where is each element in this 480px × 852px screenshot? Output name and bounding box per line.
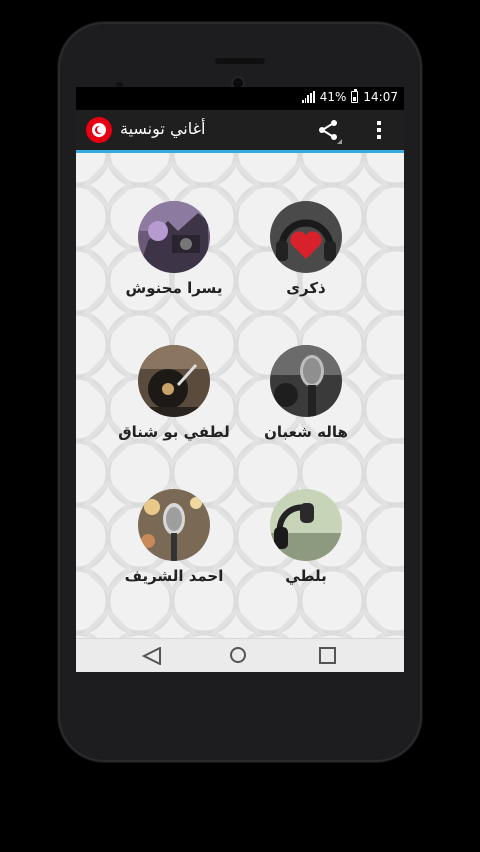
artist-name: هاله شعبان	[264, 423, 348, 441]
artist-grid: يسرا محنوش ذكرى لطفي بو شناق هاله شعبان …	[76, 153, 404, 638]
artist-item[interactable]: يسرا محنوش	[114, 201, 234, 297]
artist-name: احمد الشريف	[124, 567, 224, 585]
tunisia-flag-icon[interactable]	[86, 117, 112, 143]
artist-item[interactable]: لطفي بو شناق	[114, 345, 234, 441]
artist-name: بلطي	[285, 567, 327, 585]
share-button[interactable]	[316, 118, 342, 144]
battery-icon	[351, 89, 359, 103]
artist-name: يسرا محنوش	[125, 279, 223, 297]
signal-icon	[301, 91, 315, 103]
artist-item[interactable]: بلطي	[246, 489, 366, 585]
artist-name: ذكرى	[286, 279, 326, 297]
artist-item[interactable]: ذكرى	[246, 201, 366, 297]
app-title: أغاني تونسية	[120, 119, 206, 138]
headphones-heart-photo	[270, 201, 342, 273]
overflow-menu-button[interactable]	[372, 119, 386, 141]
status-bar: 41% 14:07	[76, 87, 404, 110]
home-icon[interactable]	[230, 647, 246, 663]
action-bar: أغاني تونسية	[76, 110, 404, 153]
artist-item[interactable]: هاله شعبان	[246, 345, 366, 441]
back-icon[interactable]	[142, 647, 162, 665]
microphone-photo	[270, 345, 342, 417]
artist-item[interactable]: احمد الشريف	[114, 489, 234, 585]
vintage-microphone-photo	[138, 489, 210, 561]
navigation-bar	[76, 638, 404, 672]
battery-percent: 41%	[319, 90, 347, 104]
recents-icon[interactable]	[319, 647, 336, 664]
headphones-photo	[270, 489, 342, 561]
artist-name: لطفي بو شناق	[118, 423, 230, 441]
clock: 14:07	[363, 90, 398, 104]
turntable-photo	[138, 345, 210, 417]
screen: 41% 14:07 أغاني تونسية يسرا محنوش ذكرى ل…	[76, 87, 404, 672]
music-studio-photo	[138, 201, 210, 273]
earpiece-speaker	[215, 58, 265, 64]
